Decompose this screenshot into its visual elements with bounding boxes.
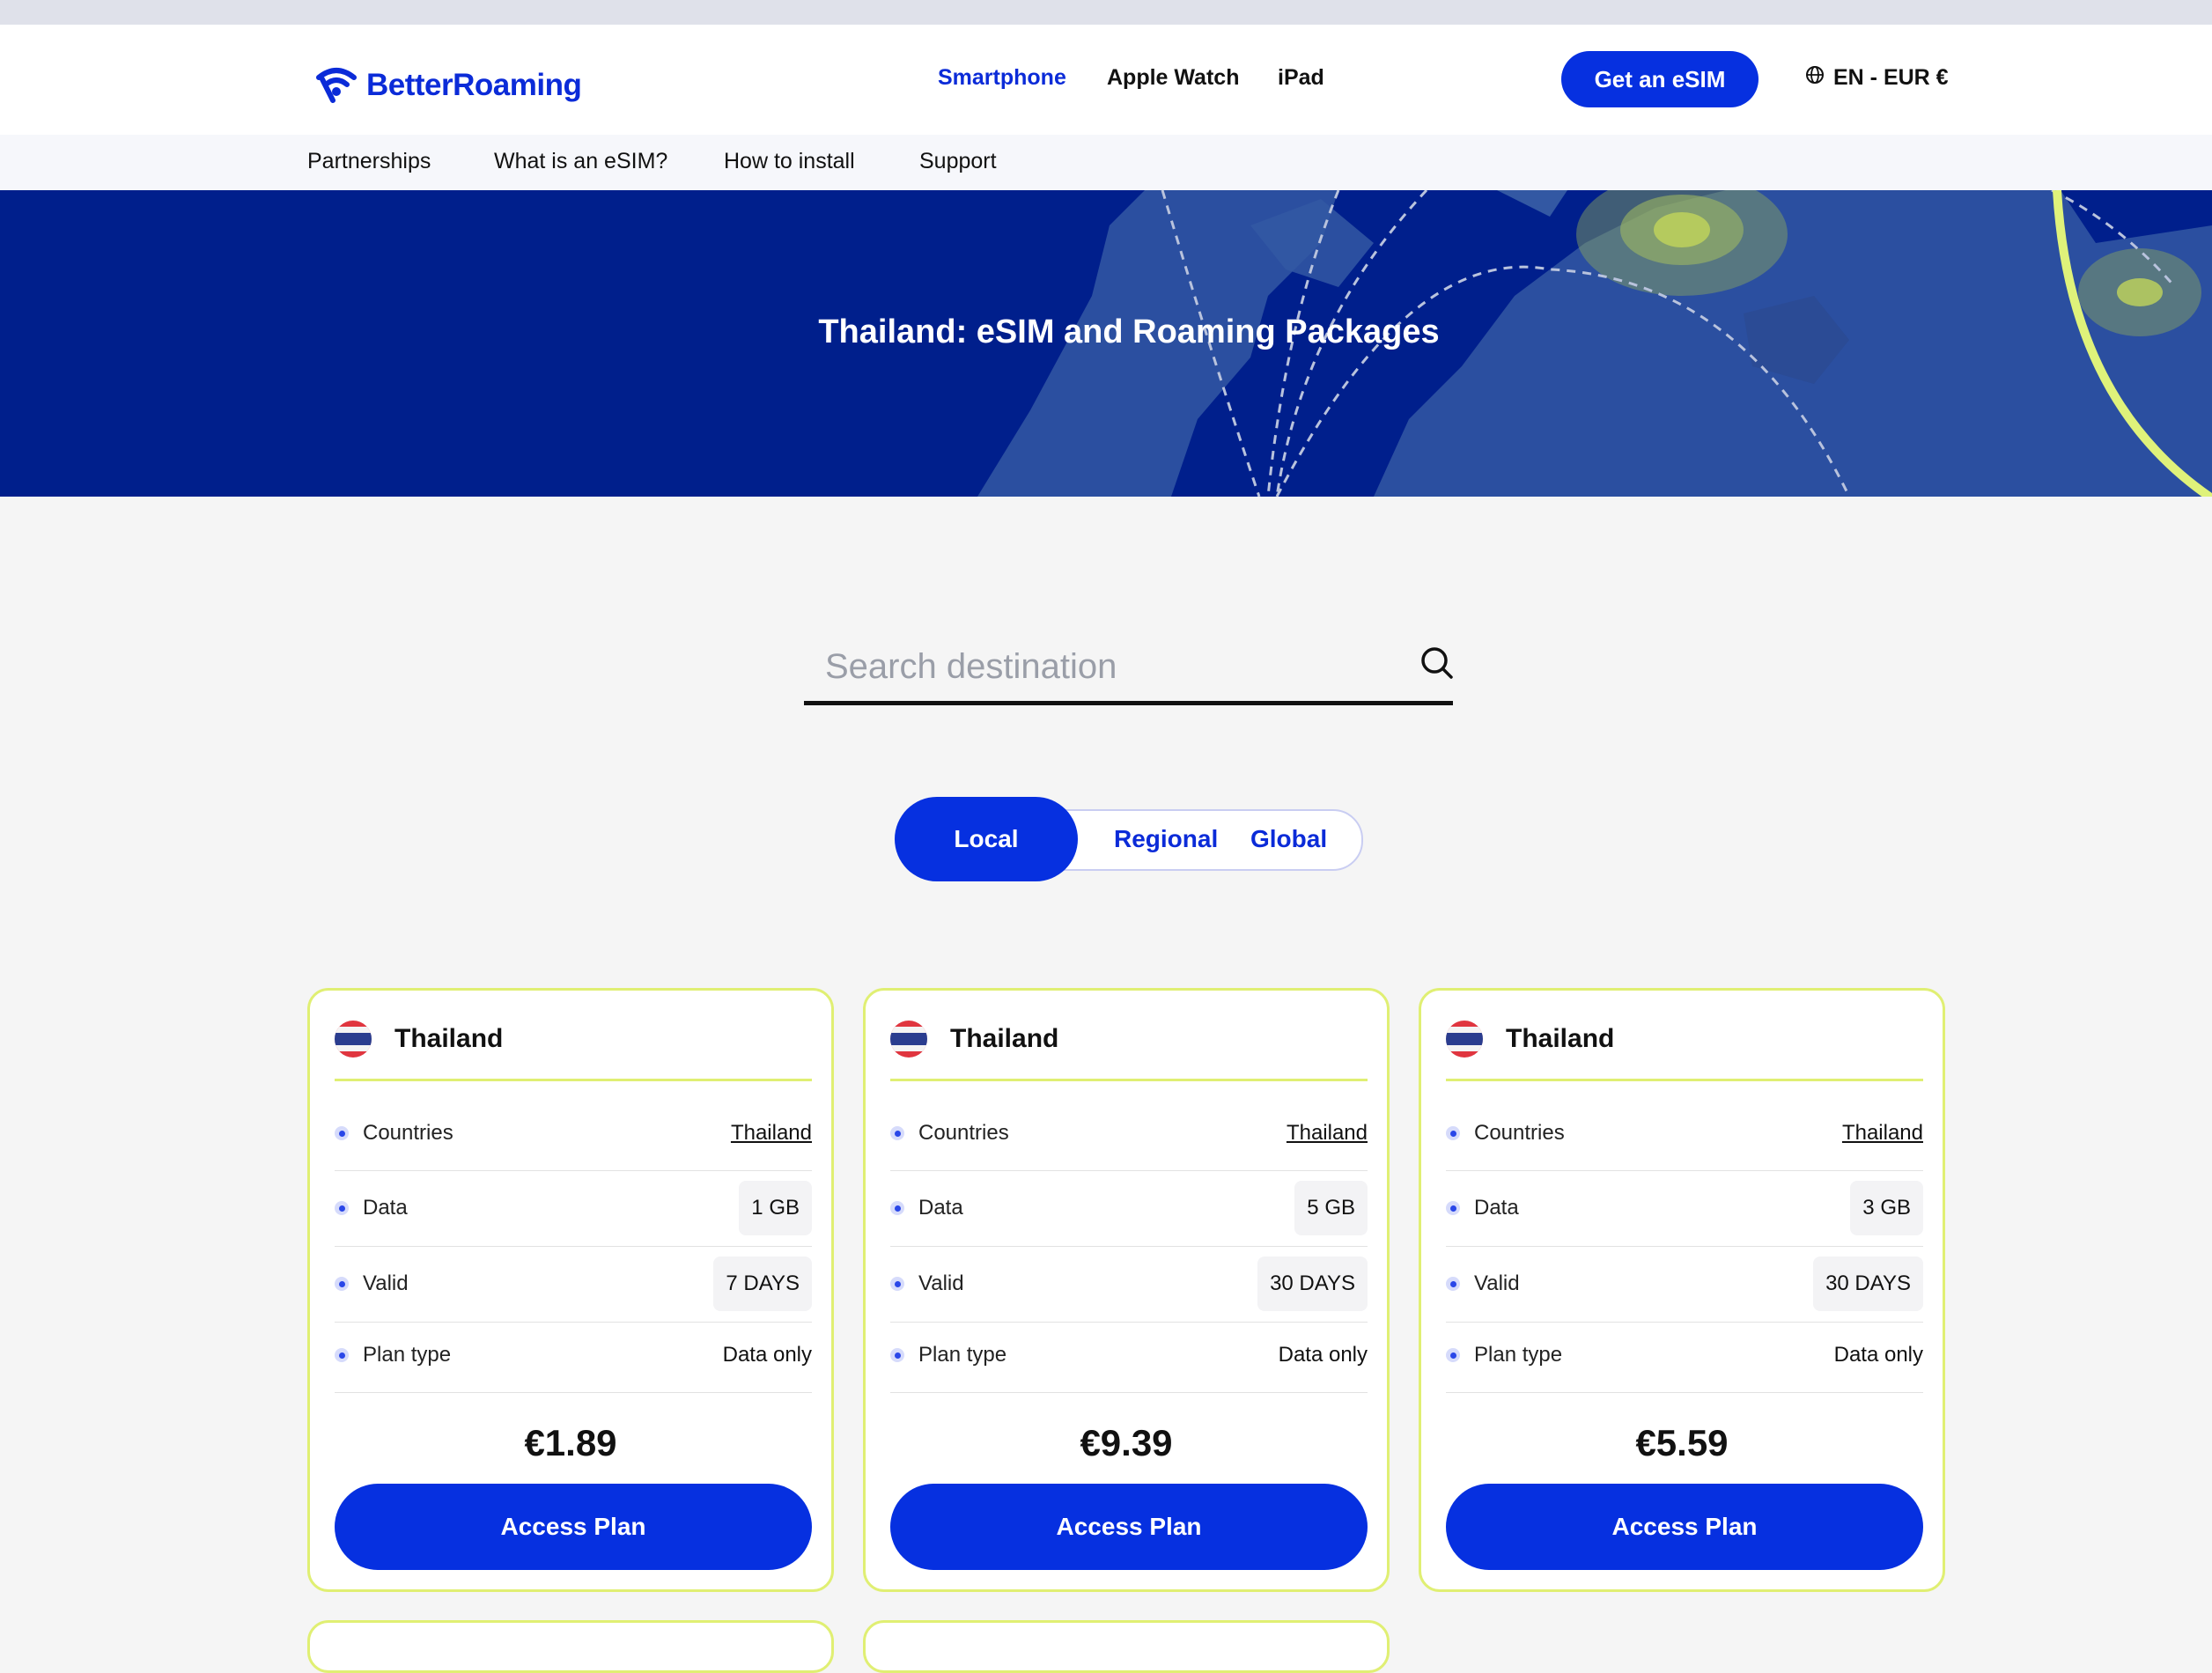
bullet-icon <box>1446 1126 1460 1140</box>
nav-apple-watch[interactable]: Apple Watch <box>1107 65 1239 91</box>
get-esim-button[interactable]: Get an eSIM <box>1561 51 1759 107</box>
browser-top-strip <box>0 0 2212 25</box>
countries-label: Countries <box>918 1121 1009 1145</box>
bullet-icon <box>335 1201 349 1215</box>
data-label: Data <box>1474 1196 1519 1220</box>
plan-country-name: Thailand <box>950 1024 1059 1053</box>
countries-link[interactable]: Thailand <box>1287 1121 1368 1146</box>
signal-logo-icon <box>313 62 359 108</box>
plan-card-partial <box>307 1620 834 1673</box>
tab-local[interactable]: Local <box>895 797 1078 881</box>
countries-link[interactable]: Thailand <box>731 1121 812 1146</box>
plan-price: €1.89 <box>524 1422 617 1463</box>
bullet-icon <box>890 1126 904 1140</box>
language-currency-selector[interactable]: EN - EUR € <box>1805 65 1949 91</box>
plan-type-value: Data only <box>1833 1343 1923 1367</box>
bullet-icon <box>1446 1201 1460 1215</box>
valid-label: Valid <box>363 1271 409 1295</box>
valid-row: Valid 30 DAYS <box>890 1246 1368 1323</box>
access-plan-button[interactable]: Access Plan <box>1446 1484 1923 1570</box>
bullet-icon <box>890 1277 904 1291</box>
plan-card: Thailand Countries Thailand Data 1 GB Va… <box>307 988 834 1592</box>
data-value: 1 GB <box>739 1181 812 1235</box>
tab-regional[interactable]: Regional <box>1114 797 1218 881</box>
search-icon[interactable] <box>1419 645 1455 685</box>
valid-value: 30 DAYS <box>1813 1257 1923 1311</box>
countries-row: Countries Thailand <box>890 1100 1368 1171</box>
plan-price: €9.39 <box>1080 1422 1173 1463</box>
countries-row: Countries Thailand <box>1446 1100 1923 1171</box>
plan-scope-tabs: Local Regional Global <box>895 797 1363 881</box>
data-row: Data 3 GB <box>1446 1170 1923 1247</box>
plan-type-label: Plan type <box>1474 1343 1563 1367</box>
countries-link[interactable]: Thailand <box>1842 1121 1923 1146</box>
bullet-icon <box>1446 1348 1460 1362</box>
language-currency-label: EN - EUR € <box>1833 65 1949 90</box>
thailand-flag-icon <box>1446 1021 1483 1058</box>
secondary-nav: Partnerships What is an eSIM? How to ins… <box>0 135 2212 191</box>
data-row: Data 1 GB <box>335 1170 812 1247</box>
plan-card: Thailand Countries Thailand Data 3 GB Va… <box>1419 988 1945 1592</box>
globe-icon <box>1805 65 1825 91</box>
plan-price: €5.59 <box>1635 1422 1729 1463</box>
plan-card-header: Thailand <box>890 1012 1368 1081</box>
plan-card-header: Thailand <box>1446 1012 1923 1081</box>
plan-type-row: Plan type Data only <box>890 1322 1368 1393</box>
bullet-icon <box>335 1277 349 1291</box>
tab-global[interactable]: Global <box>1250 797 1327 881</box>
plan-type-value: Data only <box>722 1343 812 1367</box>
plan-type-row: Plan type Data only <box>1446 1322 1923 1393</box>
valid-value: 30 DAYS <box>1257 1257 1368 1311</box>
subnav-what-is-esim[interactable]: What is an eSIM? <box>494 149 667 174</box>
plan-card-partial <box>863 1620 1390 1673</box>
countries-label: Countries <box>1474 1121 1565 1145</box>
logo-text: BetterRoaming <box>366 67 582 102</box>
bullet-icon <box>1446 1277 1460 1291</box>
thailand-flag-icon <box>890 1021 927 1058</box>
data-label: Data <box>363 1196 408 1220</box>
countries-row: Countries Thailand <box>335 1100 812 1171</box>
plan-country-name: Thailand <box>1506 1024 1615 1053</box>
subnav-how-to-install[interactable]: How to install <box>724 149 855 174</box>
plan-country-name: Thailand <box>394 1024 504 1053</box>
valid-label: Valid <box>1474 1271 1520 1295</box>
plan-card: Thailand Countries Thailand Data 5 GB Va… <box>863 988 1390 1592</box>
bullet-icon <box>335 1126 349 1140</box>
valid-row: Valid 7 DAYS <box>335 1246 812 1323</box>
data-value: 3 GB <box>1850 1181 1923 1235</box>
data-row: Data 5 GB <box>890 1170 1368 1247</box>
plan-card-header: Thailand <box>335 1012 812 1081</box>
hero-banner: Thailand: eSIM and Roaming Packages <box>0 190 2212 497</box>
bullet-icon <box>890 1201 904 1215</box>
plan-type-row: Plan type Data only <box>335 1322 812 1393</box>
valid-label: Valid <box>918 1271 964 1295</box>
valid-value: 7 DAYS <box>713 1257 812 1311</box>
destination-search <box>804 634 1453 705</box>
subnav-support[interactable]: Support <box>919 149 997 174</box>
countries-label: Countries <box>363 1121 453 1145</box>
site-header: BetterRoaming Smartphone Apple Watch iPa… <box>0 25 2212 135</box>
thailand-flag-icon <box>335 1021 372 1058</box>
plan-type-label: Plan type <box>918 1343 1007 1367</box>
access-plan-button[interactable]: Access Plan <box>335 1484 812 1570</box>
nav-smartphone[interactable]: Smartphone <box>938 65 1066 91</box>
nav-ipad[interactable]: iPad <box>1278 65 1324 91</box>
access-plan-button[interactable]: Access Plan <box>890 1484 1368 1570</box>
bullet-icon <box>335 1348 349 1362</box>
search-input[interactable] <box>823 641 1373 692</box>
page-title: Thailand: eSIM and Roaming Packages <box>818 313 1440 350</box>
bullet-icon <box>890 1348 904 1362</box>
subnav-partnerships[interactable]: Partnerships <box>307 149 431 174</box>
logo[interactable]: BetterRoaming <box>313 62 582 108</box>
data-label: Data <box>918 1196 963 1220</box>
data-value: 5 GB <box>1294 1181 1368 1235</box>
valid-row: Valid 30 DAYS <box>1446 1246 1923 1323</box>
plan-type-label: Plan type <box>363 1343 452 1367</box>
plan-type-value: Data only <box>1278 1343 1368 1367</box>
